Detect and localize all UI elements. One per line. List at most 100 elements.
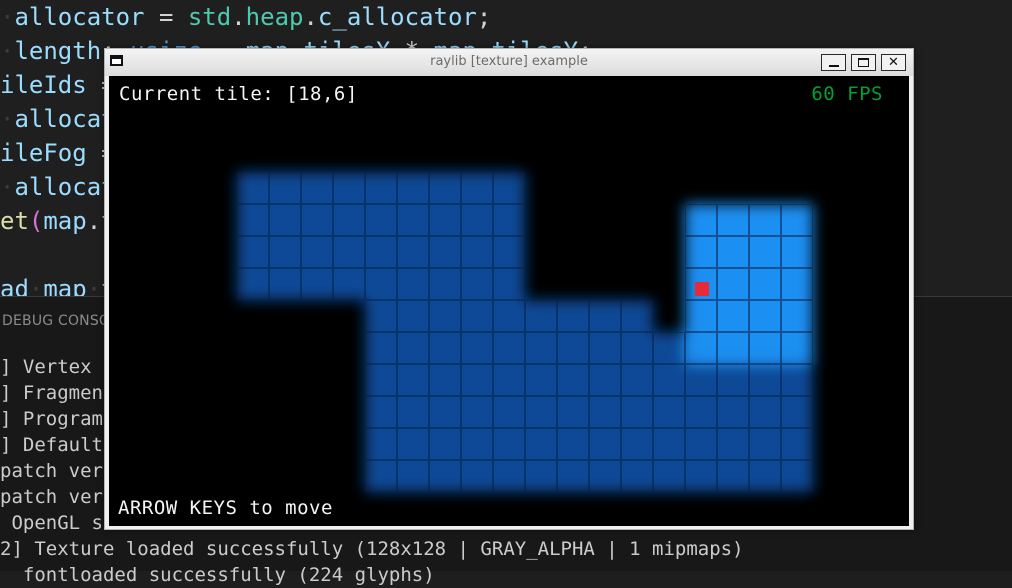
- fog-tile: [333, 268, 365, 300]
- code-token: et: [0, 207, 29, 235]
- fog-tile: [397, 268, 429, 300]
- fog-tile: [653, 460, 685, 492]
- fog-tile: [365, 428, 397, 460]
- fog-tile: [269, 236, 301, 268]
- fog-tile: [461, 300, 493, 332]
- fog-tile: [493, 268, 525, 300]
- code-token: ;: [476, 3, 492, 31]
- fog-tile: [429, 428, 461, 460]
- visible-tile: [749, 332, 781, 364]
- fog-tile: [557, 428, 589, 460]
- close-button[interactable]: ✕: [881, 54, 906, 71]
- fog-tile: [333, 236, 365, 268]
- fog-tile: [685, 460, 717, 492]
- fog-tile: [461, 364, 493, 396]
- code-token: length: [14, 37, 102, 65]
- fog-tile: [461, 204, 493, 236]
- code-line: ·allocat: [0, 102, 116, 136]
- fog-tile: [301, 204, 333, 236]
- fog-tile: [589, 460, 621, 492]
- code-line: ·allocat: [0, 170, 116, 204]
- fog-tile: [269, 172, 301, 204]
- visible-tile: [781, 204, 813, 236]
- fog-tile: [557, 364, 589, 396]
- fog-tile: [397, 204, 429, 236]
- console-line: patch vert: [0, 486, 115, 508]
- fog-tile: [429, 460, 461, 492]
- code-line: ·allocator = std.heap.c_allocator;: [0, 0, 491, 34]
- title-bar[interactable]: raylib [texture] example ✕: [105, 49, 913, 76]
- fog-tile: [461, 268, 493, 300]
- fog-tile: [365, 268, 397, 300]
- console-line: ] Vertex s: [0, 356, 115, 378]
- fog-tile: [301, 236, 333, 268]
- visible-tile: [717, 268, 749, 300]
- fog-tile: [461, 396, 493, 428]
- visible-tile: [781, 332, 813, 364]
- fog-tile: [397, 236, 429, 268]
- fog-tile: [397, 300, 429, 332]
- fog-tile: [749, 396, 781, 428]
- fog-tile: [365, 460, 397, 492]
- visible-tile: [781, 268, 813, 300]
- fog-tile: [493, 236, 525, 268]
- fog-tile: [429, 268, 461, 300]
- fog-tile: [749, 460, 781, 492]
- fog-tile: [397, 396, 429, 428]
- fog-tile: [429, 332, 461, 364]
- code-line: ileFog =: [0, 136, 116, 170]
- fog-tile: [429, 236, 461, 268]
- game-canvas[interactable]: Current tile: [18,6] 60 FPS ARROW KEYS t…: [109, 76, 909, 526]
- code-token: ileFog: [0, 139, 87, 167]
- visible-tile: [781, 300, 813, 332]
- fog-tile: [429, 396, 461, 428]
- fog-tile: [397, 364, 429, 396]
- fog-tile: [653, 396, 685, 428]
- fog-tile: [525, 396, 557, 428]
- fog-tile: [237, 172, 269, 204]
- fog-tile: [749, 428, 781, 460]
- fog-tile: [461, 332, 493, 364]
- fog-tile: [461, 236, 493, 268]
- code-token: ·: [0, 105, 15, 133]
- code-line: et(map.t: [0, 204, 116, 238]
- visible-tile: [685, 236, 717, 268]
- fog-tile: [429, 172, 461, 204]
- fog-tile: [365, 172, 397, 204]
- fog-tile: [301, 172, 333, 204]
- code-token: heap: [245, 3, 304, 31]
- visible-tile: [717, 236, 749, 268]
- fog-tile: [461, 172, 493, 204]
- fog-tile: [493, 332, 525, 364]
- fog-tile: [717, 364, 749, 396]
- code-token: c_allocator: [317, 3, 477, 31]
- current-tile-label: Current tile: [18,6]: [119, 83, 358, 105]
- fog-tile: [781, 364, 813, 396]
- fog-tile: [621, 364, 653, 396]
- fog-tile: [557, 332, 589, 364]
- fog-tile: [589, 332, 621, 364]
- fog-tile: [717, 396, 749, 428]
- maximize-button[interactable]: [851, 54, 876, 71]
- fog-tile: [365, 236, 397, 268]
- fog-tile: [493, 396, 525, 428]
- minimize-button[interactable]: [821, 54, 846, 71]
- console-line: fontloaded successfully (224 glyphs): [0, 564, 435, 586]
- fog-tile: [685, 364, 717, 396]
- visible-tile: [749, 236, 781, 268]
- visible-tile: [749, 268, 781, 300]
- tile-map: [237, 172, 813, 492]
- fog-tile: [301, 268, 333, 300]
- code-token: .: [231, 3, 246, 31]
- code-token: allocat: [14, 105, 116, 133]
- fog-tile: [333, 204, 365, 236]
- fog-tile: [717, 460, 749, 492]
- fog-tile: [621, 428, 653, 460]
- console-line: OpenGL st: [0, 512, 115, 534]
- fog-tile: [557, 300, 589, 332]
- fog-tile: [557, 460, 589, 492]
- console-line: ] Program: [0, 408, 103, 430]
- fog-tile: [493, 428, 525, 460]
- close-icon: ✕: [888, 55, 899, 70]
- fog-tile: [237, 236, 269, 268]
